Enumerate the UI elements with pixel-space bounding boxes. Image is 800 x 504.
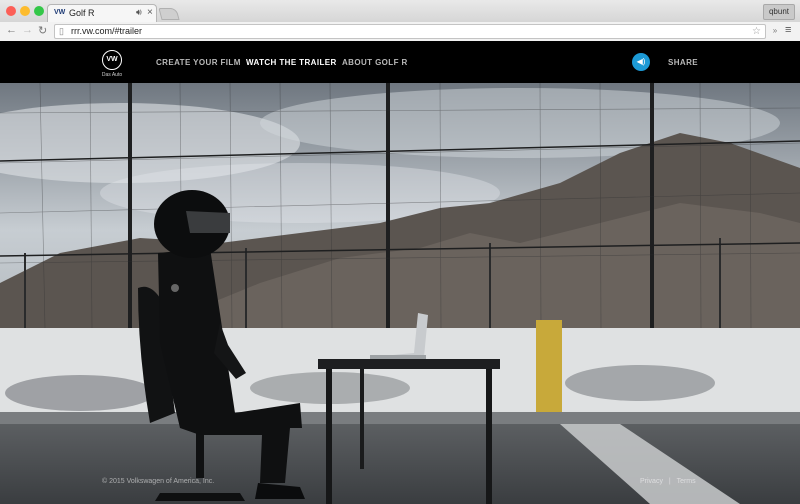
- sound-toggle-button[interactable]: ◀︎): [632, 53, 650, 71]
- nav-create-your-film[interactable]: CREATE YOUR FILM: [156, 58, 241, 67]
- back-arrow-icon[interactable]: ←: [6, 24, 17, 36]
- new-tab-button[interactable]: [158, 8, 180, 20]
- vw-favicon-icon: VW: [54, 9, 66, 16]
- browser-tab[interactable]: VW Golf R 🔊︎ ×: [47, 4, 157, 22]
- copyright-text: © 2015 Volkswagen of America, Inc.: [102, 478, 215, 485]
- zoom-window-button[interactable]: [34, 6, 44, 16]
- page-icon: ▯: [59, 26, 64, 36]
- trailer-scene-image: [0, 83, 800, 504]
- url-text[interactable]: rrr.vw.com/#trailer: [71, 25, 142, 38]
- tab-audio-icon[interactable]: 🔊︎: [136, 7, 142, 18]
- browser-tabstrip: VW Golf R 🔊︎ × qbunt: [0, 0, 800, 23]
- terms-link[interactable]: Terms: [677, 478, 696, 485]
- footer-separator: |: [668, 478, 671, 485]
- browser-toolbar: ← → ↻ ▯ rrr.vw.com/#trailer ☆ » ≡: [0, 22, 800, 42]
- footer-links: Privacy | Terms: [640, 478, 700, 485]
- speaker-icon: ◀︎): [636, 57, 646, 66]
- nav-watch-the-trailer[interactable]: WATCH THE TRAILER: [246, 58, 337, 67]
- extensions-icon[interactable]: »: [769, 25, 781, 37]
- trailer-video[interactable]: [0, 83, 800, 504]
- nav-about-golf-r[interactable]: ABOUT GOLF R: [342, 58, 408, 67]
- minimize-window-button[interactable]: [20, 6, 30, 16]
- tab-close-icon[interactable]: ×: [147, 7, 153, 18]
- close-window-button[interactable]: [6, 6, 16, 16]
- vw-logo[interactable]: VW: [102, 50, 122, 70]
- privacy-link[interactable]: Privacy: [640, 478, 663, 485]
- tab-title: Golf R: [69, 8, 95, 18]
- profile-button[interactable]: qbunt: [762, 4, 795, 20]
- reload-icon[interactable]: ↻: [38, 24, 47, 37]
- address-bar[interactable]: ▯ rrr.vw.com/#trailer ☆: [54, 24, 766, 39]
- logo-tagline: Das Auto: [101, 72, 123, 78]
- site-header: VW Das Auto CREATE YOUR FILM WATCH THE T…: [0, 41, 800, 83]
- forward-arrow-icon[interactable]: →: [22, 24, 33, 36]
- bookmark-star-icon[interactable]: ☆: [752, 25, 761, 38]
- browser-menu-icon[interactable]: ≡: [785, 24, 791, 36]
- share-link[interactable]: SHARE: [668, 58, 698, 67]
